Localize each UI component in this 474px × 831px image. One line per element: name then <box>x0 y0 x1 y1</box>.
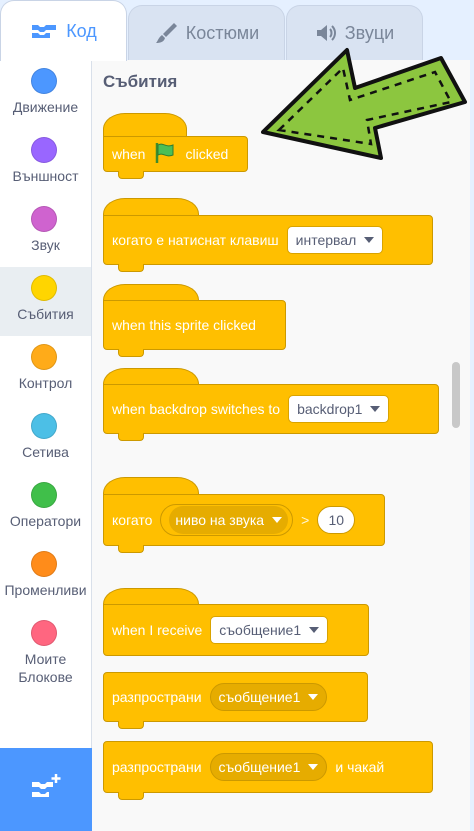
dropdown-value: backdrop1 <box>297 401 363 417</box>
hat-cap <box>103 113 187 137</box>
category-label: Оператори <box>9 513 82 529</box>
events-category-icon <box>31 275 57 301</box>
block-text: when this sprite clicked <box>112 317 256 333</box>
chevron-down-icon <box>309 627 320 633</box>
operators-category-icon <box>31 482 57 508</box>
block-text: when I receive <box>112 622 203 638</box>
block-text: разпространи <box>112 689 202 705</box>
category-label: Контрол <box>18 375 73 391</box>
looks-category-icon <box>31 137 57 163</box>
chevron-down-icon <box>272 517 283 523</box>
green-flag-icon <box>153 141 177 168</box>
block-text: когато <box>112 512 153 528</box>
when-key-pressed-block[interactable]: когато е натиснат клавиш интервал <box>103 215 433 265</box>
category-events[interactable]: Събития <box>0 267 91 336</box>
block-text: clicked <box>185 146 229 162</box>
block-notch <box>118 545 144 553</box>
motion-category-icon <box>31 68 57 94</box>
chevron-down-icon <box>308 764 319 770</box>
code-icon <box>30 22 58 40</box>
threshold-input[interactable]: 10 <box>317 506 356 534</box>
block-notch <box>118 264 144 272</box>
block-text: when backdrop switches to <box>112 401 281 417</box>
add-extension-icon <box>29 773 63 806</box>
backdrop-dropdown[interactable]: backdrop1 <box>288 395 390 423</box>
when-sprite-clicked-block[interactable]: when this sprite clicked <box>103 300 286 350</box>
category-label: Външност <box>12 168 79 184</box>
category-label: Сетива <box>22 444 69 460</box>
category-my-blocks[interactable]: Моите Блокове <box>0 612 91 692</box>
category-sound[interactable]: Звук <box>0 198 91 267</box>
sensor-dropdown[interactable]: ниво на звука <box>169 506 289 534</box>
dropdown-value: съобщение1 <box>218 689 301 705</box>
pointer-arrow-icon <box>255 40 470 160</box>
block-notch <box>118 792 144 800</box>
category-looks[interactable]: Външност <box>0 129 91 198</box>
operator-symbol: > <box>301 512 310 528</box>
brush-icon <box>154 22 178 44</box>
dropdown-value: ниво на звука <box>175 512 265 528</box>
category-label: Събития <box>17 306 74 322</box>
control-category-icon <box>31 344 57 370</box>
when-greater-than-block[interactable]: когато ниво на звука > 10 <box>103 494 385 546</box>
category-motion[interactable]: Движение <box>0 60 91 129</box>
block-text: когато е натиснат клавиш <box>112 232 279 248</box>
category-variables[interactable]: Променливи <box>0 543 91 612</box>
variables-category-icon <box>31 551 57 577</box>
category-operators[interactable]: Оператори <box>0 474 91 543</box>
tab-code-label: Код <box>66 20 97 41</box>
block-text: разпространи <box>112 759 202 775</box>
dropdown-value: съобщение1 <box>218 759 301 775</box>
chevron-down-icon <box>308 694 319 700</box>
block-notch <box>118 349 144 357</box>
block-text: и чакай <box>335 759 385 775</box>
dropdown-value: съобщение1 <box>219 622 302 638</box>
when-backdrop-switches-block[interactable]: when backdrop switches to backdrop1 <box>103 384 439 434</box>
message-dropdown[interactable]: съобщение1 <box>210 616 329 644</box>
block-notch <box>118 171 144 179</box>
key-dropdown[interactable]: интервал <box>286 226 384 254</box>
category-control[interactable]: Контрол <box>0 336 91 405</box>
block-notch <box>118 433 144 441</box>
category-label: Звук <box>31 237 60 253</box>
add-extension-button[interactable] <box>0 748 92 831</box>
tab-costumes-label: Костюми <box>185 22 260 43</box>
sensing-category-icon <box>31 413 57 439</box>
my-blocks-category-icon <box>31 620 57 646</box>
category-label: Променливи <box>4 582 87 598</box>
broadcast-wait-message-dropdown[interactable]: съобщение1 <box>209 753 328 781</box>
category-label: Движение <box>12 99 79 115</box>
palette-scrollbar[interactable] <box>452 362 460 428</box>
sensor-selector: ниво на звука <box>160 504 294 536</box>
block-notch <box>118 721 144 729</box>
broadcast-and-wait-block[interactable]: разпространи съобщение1 и чакай <box>103 741 433 793</box>
tab-code[interactable]: Код <box>0 0 127 61</box>
when-flag-clicked-block[interactable]: when clicked <box>103 136 248 172</box>
category-sensing[interactable]: Сетива <box>0 405 91 474</box>
category-label: Моите Блокове <box>18 651 73 685</box>
sound-category-icon <box>31 206 57 232</box>
chevron-down-icon <box>364 237 375 243</box>
broadcast-message-dropdown[interactable]: съобщение1 <box>209 683 328 711</box>
section-title: Събития <box>103 72 178 91</box>
dropdown-value: интервал <box>295 232 357 248</box>
broadcast-block[interactable]: разпространи съобщение1 <box>103 672 368 722</box>
category-menu: Движение Външност Звук Събития Контрол С… <box>0 60 92 831</box>
chevron-down-icon <box>370 406 381 412</box>
block-text: when <box>112 146 146 162</box>
when-i-receive-block[interactable]: when I receive съобщение1 <box>103 604 369 656</box>
